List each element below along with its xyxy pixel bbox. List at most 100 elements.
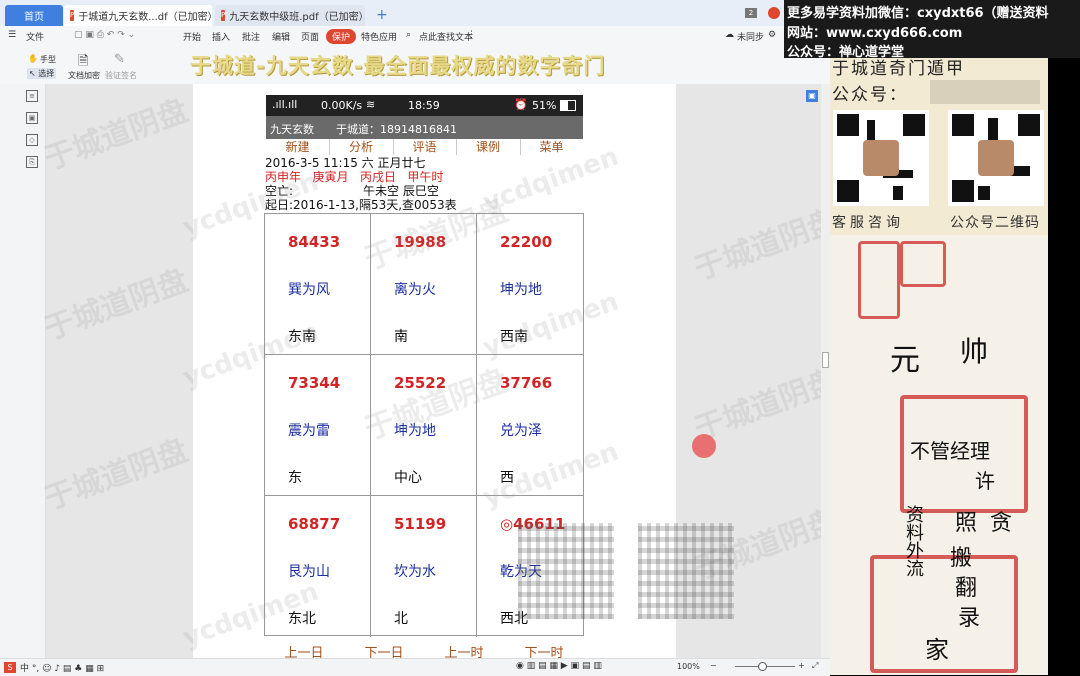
palace-cell[interactable]: 73344 震为雷 东	[265, 355, 371, 496]
scrollbar-thumb[interactable]	[822, 352, 829, 368]
signature-icon[interactable]: ✎	[114, 52, 125, 67]
palace-direction: 东	[288, 470, 302, 486]
menu-analyze[interactable]: 分析	[329, 139, 394, 155]
view-mode-icons[interactable]: ◉ ▥ ▤ ▦ ▶ ▣ ▤ ▥	[516, 661, 602, 671]
tab-document-active[interactable]: P 于城道九天玄数...df（已加密） ✕	[64, 5, 212, 26]
customer-service-qr	[833, 110, 929, 206]
sync-status[interactable]: 未同步	[737, 30, 764, 43]
title-bar: 首页 P 于城道九天玄数...df（已加密） ✕ P 九天玄数中级班.pdf（已…	[0, 0, 785, 26]
network-speed: 0.00K/s	[321, 99, 363, 112]
zoom-in-icon[interactable]: +	[798, 661, 805, 670]
handwriting: 不管	[910, 439, 950, 463]
qr-label-service: 客服咨询	[832, 215, 904, 231]
quick-tools-icons[interactable]: ▢ ▣ ⎙ ↶ ↷ ⌄	[74, 30, 135, 40]
left-sidebar: ≡ ▣ ◇ ⎘	[0, 84, 46, 658]
menu-icon[interactable]: ☰	[8, 30, 16, 40]
palace-direction: 中心	[394, 470, 422, 486]
zoom-slider-handle[interactable]	[758, 662, 767, 671]
menu-page[interactable]: 页面	[301, 30, 319, 43]
signal-icon: .ıll.ıll	[272, 98, 298, 111]
settings-icon[interactable]: ⚙	[768, 30, 776, 40]
promo-subheader: 公众号：	[832, 85, 908, 105]
more-icon[interactable]: ⋮	[467, 30, 476, 40]
tab-home-label: 首页	[24, 12, 44, 23]
search-icon[interactable]: ⌕	[406, 30, 411, 40]
menu-edit[interactable]: 编辑	[272, 30, 290, 43]
sidebar-toggle-icon[interactable]: ▣	[806, 90, 818, 102]
tab-home[interactable]: 首页	[5, 5, 63, 26]
handwriting: 元	[890, 343, 920, 378]
menu-new[interactable]: 新建	[266, 139, 330, 155]
menu-comment[interactable]: 评语	[393, 139, 457, 155]
new-tab-icon[interactable]: +	[376, 7, 388, 23]
palace-hexagram: 兑为泽	[500, 423, 542, 439]
mouse-cursor	[692, 434, 716, 458]
ime-toolbar-icons[interactable]: 中 °, ☺ ♪ ▤ ♣ ▦ ⊞	[20, 661, 104, 674]
palace-hexagram: 坤为地	[500, 282, 542, 298]
window-badge-icon[interactable]: 2	[745, 8, 757, 18]
menu-protect[interactable]: 保护	[326, 29, 357, 44]
palace-direction: 北	[394, 611, 408, 627]
handwriting: 家	[925, 636, 949, 664]
handwriting: 经理	[950, 439, 990, 463]
zoom-level[interactable]: 100%	[677, 662, 700, 671]
app-header: 九天玄数 于城道：18914816841	[266, 116, 583, 139]
vertical-scrollbar[interactable]	[821, 84, 830, 658]
right-margin	[1048, 0, 1080, 675]
menu-insert[interactable]: 插入	[212, 30, 230, 43]
ad-line-account: 公众号：禅心道学堂	[787, 45, 905, 60]
palace-cell[interactable]: 51199 坎为水 北	[371, 496, 477, 637]
handwriting: 翻	[955, 576, 978, 601]
watermark-qr	[518, 523, 614, 619]
menu-start[interactable]: 开始	[183, 30, 201, 43]
handwriting: 许	[975, 469, 995, 493]
app-menu: 新建 分析 评语 课例 菜单	[266, 139, 583, 155]
time-navigation: 上一日 下一日 上一时 下一时	[264, 636, 584, 661]
phone-time: 18:59	[408, 99, 440, 112]
palace-hexagram: 离为火	[394, 282, 436, 298]
hand-tool-icon[interactable]: ✋	[28, 54, 38, 63]
tab-document[interactable]: P 九天玄数中级班.pdf（已加密）	[215, 5, 365, 26]
avatar[interactable]	[768, 7, 780, 19]
thumbnail-icon[interactable]: ≡	[26, 90, 38, 102]
palace-number: 84433	[288, 233, 341, 251]
pdf-icon: P	[70, 10, 75, 21]
handwriting: 资料外流	[903, 505, 924, 577]
palace-hexagram: 坎为水	[394, 564, 436, 580]
menu-features[interactable]: 特色应用	[361, 30, 397, 43]
menu-annotate[interactable]: 批注	[242, 30, 260, 43]
ime-icon[interactable]: S	[4, 662, 16, 673]
search-text[interactable]: 点此查找文本	[419, 30, 473, 43]
palace-direction: 南	[394, 329, 408, 345]
palace-hexagram: 巽为风	[288, 282, 330, 298]
app-author: 于城道：18914816841	[336, 123, 457, 136]
handwritten-seal-image: 元 帅 经理 不管 许 照 贪 资料外流 搬 翻 录 家	[830, 235, 1048, 675]
battery-level: 51%	[532, 99, 557, 112]
zoom-out-icon[interactable]: −	[710, 661, 717, 670]
app-name: 九天玄数	[270, 123, 314, 136]
fullscreen-icon[interactable]: ⤢	[812, 661, 818, 671]
red-seal	[900, 241, 946, 287]
menu-cases[interactable]: 课例	[456, 139, 521, 155]
select-tool[interactable]: ↖ 选择	[27, 68, 57, 79]
hand-tool-label[interactable]: 手型	[40, 54, 56, 65]
palace-number: 68877	[288, 515, 341, 533]
attachment-icon[interactable]: ⎘	[26, 156, 38, 168]
official-account-qr	[948, 110, 1044, 206]
verify-label[interactable]: 验证签名	[105, 70, 137, 81]
tab-label: 九天玄数中级班.pdf（已加密）	[229, 12, 365, 23]
ad-line-wechat: 更多易学资料加微信：cxydxt66（赠送资料	[787, 6, 1049, 21]
image-icon[interactable]: ▣	[26, 112, 38, 124]
bookmark-icon[interactable]: ◇	[26, 134, 38, 146]
menu-more[interactable]: 菜单	[520, 139, 583, 155]
handwriting: 照	[955, 511, 978, 536]
encrypt-label[interactable]: 文档加密	[68, 70, 100, 81]
qr-label-account: 公众号二维码	[950, 215, 1040, 231]
palace-hexagram: 震为雷	[288, 423, 330, 439]
blurred-account-name	[930, 80, 1040, 104]
file-menu[interactable]: 文件	[26, 30, 44, 43]
red-seal	[858, 241, 900, 319]
phone-status-bar: .ıll.ıll 0.00K/s ≋ 18:59 ⏰ 51%	[266, 95, 583, 116]
watermark-qr	[638, 523, 734, 619]
cloud-sync-icon[interactable]: ☁	[725, 30, 734, 40]
